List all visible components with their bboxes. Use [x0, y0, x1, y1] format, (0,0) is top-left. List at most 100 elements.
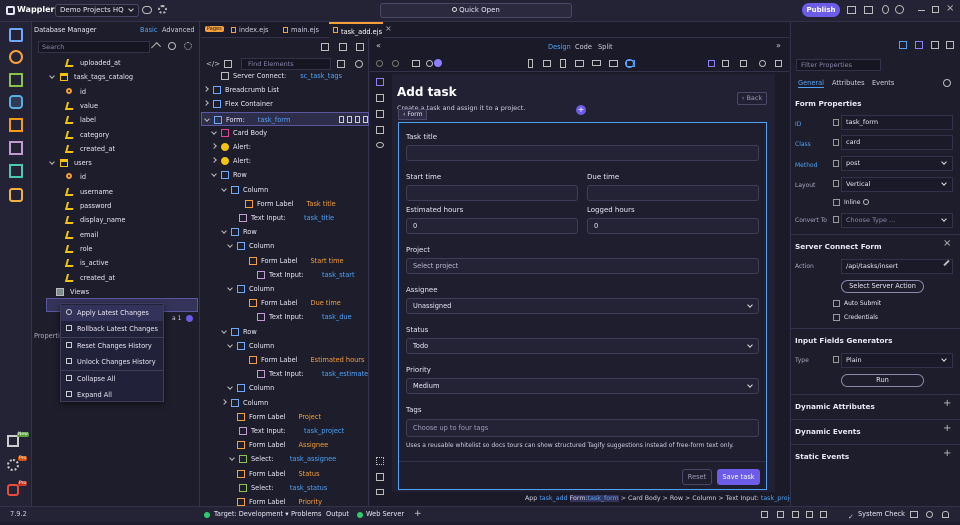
structure-item[interactable]: Text Input: task_due: [201, 310, 369, 324]
mode-design[interactable]: Design: [548, 43, 571, 51]
chevron-icon[interactable]: [221, 327, 227, 334]
camera-icon[interactable]: [412, 60, 420, 67]
tab-events[interactable]: Events: [872, 79, 894, 87]
save-task-button[interactable]: Save task: [717, 469, 760, 485]
grid-bottom-icon[interactable]: [376, 457, 384, 465]
structure-item[interactable]: Column: [201, 282, 369, 296]
chevron-icon[interactable]: [221, 398, 227, 405]
structure-item[interactable]: Card Body: [201, 126, 369, 140]
structure-item[interactable]: Flex Container: [201, 97, 369, 111]
close-icon[interactable]: ×: [946, 3, 954, 14]
status-icon-2[interactable]: [777, 511, 784, 518]
menu-apply-latest[interactable]: Apply Latest Changes: [61, 305, 163, 321]
magic-icon[interactable]: [708, 60, 715, 67]
chevron-icon[interactable]: [211, 171, 217, 178]
minimize-icon[interactable]: [918, 10, 925, 11]
problems-tab[interactable]: Problems: [291, 507, 321, 522]
project-input[interactable]: Select project: [406, 258, 759, 274]
layers-icon[interactable]: [9, 164, 23, 178]
structure-item[interactable]: Column: [201, 381, 369, 395]
structure-item[interactable]: Row: [201, 168, 369, 182]
system-check-label[interactable]: System Check: [858, 507, 905, 522]
structure-item[interactable]: Column: [201, 396, 369, 410]
reset-button[interactable]: Reset: [682, 469, 712, 485]
sitemap-icon[interactable]: [356, 43, 364, 51]
add-dyn-event-icon[interactable]: +: [943, 423, 951, 434]
bot-icon[interactable]: [9, 188, 23, 202]
chevron-icon[interactable]: [227, 384, 233, 391]
structure-item[interactable]: Form Label Start time: [201, 254, 369, 268]
delete-icon[interactable]: [363, 115, 368, 123]
upload-icon[interactable]: [151, 42, 161, 52]
mode-code[interactable]: Code: [575, 43, 592, 51]
bell-icon[interactable]: [942, 511, 949, 518]
tablet-landscape-icon[interactable]: [575, 60, 584, 67]
paint-tool-icon[interactable]: [376, 126, 384, 134]
add-child-icon[interactable]: [347, 115, 352, 123]
props-help-icon[interactable]: [943, 79, 951, 87]
start-time-input[interactable]: [406, 185, 578, 201]
select-server-action-button[interactable]: Select Server Action: [841, 280, 924, 293]
type-select[interactable]: Plain: [841, 353, 953, 368]
assignee-select[interactable]: Unassigned: [406, 298, 759, 314]
menu-reset-history[interactable]: Reset Changes History: [61, 338, 163, 354]
server-connect-icon[interactable]: [9, 50, 23, 64]
bc-app-id[interactable]: task_add: [539, 495, 567, 502]
task-title-input[interactable]: [406, 145, 759, 161]
structure-item[interactable]: Select: task_assignee: [201, 452, 369, 466]
structure-item[interactable]: Text Input: task_project: [201, 424, 369, 438]
drop-icon[interactable]: [882, 5, 889, 14]
globe-icon[interactable]: [926, 511, 933, 518]
form-card[interactable]: Task title Start time Due time Estimated…: [398, 122, 767, 490]
thumbs-up-icon[interactable]: [792, 511, 799, 518]
tab-general[interactable]: General: [798, 79, 824, 88]
add-static-event-icon[interactable]: +: [943, 448, 951, 459]
status-icon-1[interactable]: [761, 511, 768, 518]
action-input[interactable]: /api/tasks/insert: [841, 259, 953, 274]
brand-icon[interactable]: [931, 41, 939, 49]
structure-item[interactable]: Form Label Estimated hours: [201, 353, 369, 367]
structure-item[interactable]: Column: [201, 339, 369, 353]
app-structure-icon[interactable]: [224, 60, 232, 68]
estimated-hours-input[interactable]: 0: [406, 218, 578, 234]
form-chip[interactable]: ‹ Form: [398, 109, 428, 120]
add-dyn-attr-icon[interactable]: +: [943, 398, 951, 409]
dynamic-events-title[interactable]: Dynamic Events: [795, 427, 861, 436]
auto-submit-checkbox[interactable]: [833, 300, 840, 307]
structure-item[interactable]: Form Label Status: [201, 467, 369, 481]
edit-icon[interactable]: [899, 41, 907, 49]
filter-properties-input[interactable]: Filter Properties: [796, 59, 881, 71]
eraser-icon[interactable]: [910, 511, 918, 518]
structure-item[interactable]: Form Label Task title: [201, 197, 369, 211]
select-tool-icon[interactable]: [376, 78, 384, 86]
cloud-icon[interactable]: [142, 6, 152, 14]
back-button[interactable]: ‹ Back: [737, 92, 767, 105]
tablet-icon[interactable]: [543, 60, 551, 67]
collapse-right-icon[interactable]: »: [776, 41, 781, 50]
collapse-left-icon[interactable]: «: [376, 41, 381, 50]
laptop-icon[interactable]: [592, 60, 601, 66]
drag-icon[interactable]: [339, 115, 344, 123]
panel-icon[interactable]: [864, 6, 873, 14]
target-selector[interactable]: Target: Development ▾: [214, 507, 289, 522]
redo-icon[interactable]: [392, 60, 399, 67]
structure-item[interactable]: Form Label Priority: [201, 495, 369, 506]
help-icon[interactable]: [895, 5, 904, 14]
move-icon[interactable]: [625, 59, 634, 68]
structure-item[interactable]: Text Input: task_estimate: [201, 367, 369, 381]
class-input[interactable]: card: [841, 135, 953, 150]
external-icon[interactable]: [775, 60, 782, 67]
structure-help-icon[interactable]: [355, 60, 363, 68]
layer-icon[interactable]: [376, 489, 384, 495]
eye-tool-icon[interactable]: [376, 142, 384, 148]
mode-basic[interactable]: Basic: [140, 26, 157, 34]
structure-item[interactable]: Column: [201, 239, 369, 253]
run-button[interactable]: Run: [841, 374, 924, 387]
chevron-icon[interactable]: [221, 228, 227, 235]
structure-item[interactable]: Breadcrumb List: [201, 83, 369, 97]
device-icon-1[interactable]: [321, 43, 329, 51]
chevron-down-icon[interactable]: [49, 159, 55, 165]
structure-item[interactable]: Row: [201, 225, 369, 239]
publish-button[interactable]: Publish: [802, 3, 840, 17]
chevron-icon[interactable]: [211, 128, 217, 135]
